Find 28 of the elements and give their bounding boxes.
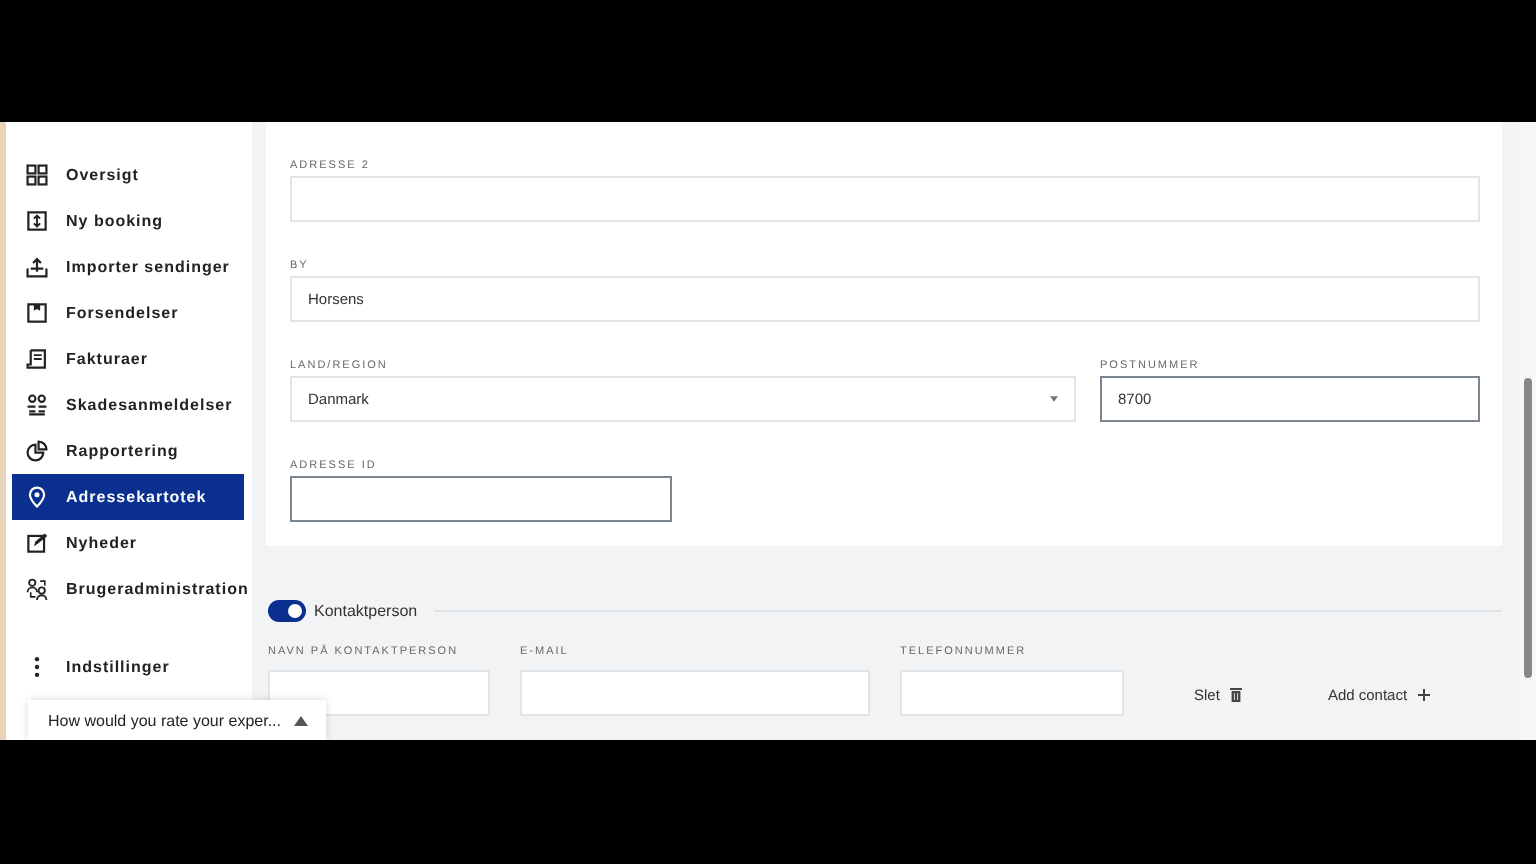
upload-icon bbox=[26, 256, 48, 278]
sidebar-item[interactable]: Ny booking bbox=[12, 198, 244, 244]
box-icon bbox=[26, 210, 48, 232]
sidebar-item[interactable]: Skadesanmeldelser bbox=[12, 382, 244, 428]
toggle-label: Kontaktperson bbox=[314, 601, 418, 619]
caret-down-icon bbox=[1050, 396, 1058, 402]
location-pin-icon bbox=[26, 486, 48, 508]
sidebar-item[interactable]: Oversigt bbox=[12, 152, 244, 198]
sidebar-item[interactable]: Nyheder bbox=[12, 520, 244, 566]
sidebar-item[interactable]: Indstillinger bbox=[12, 644, 244, 690]
sidebar-item[interactable]: Fakturaer bbox=[12, 336, 244, 382]
toggle-switch[interactable] bbox=[268, 599, 306, 621]
feedback-button[interactable]: How would you rate your exper... bbox=[28, 700, 326, 740]
pie-chart-icon bbox=[26, 440, 48, 462]
sidebar-item[interactable]: Importer sendinger bbox=[12, 244, 244, 290]
sidebar-item[interactable]: Forsendelser bbox=[12, 290, 244, 336]
sidebar-item[interactable]: Rapportering bbox=[12, 428, 244, 474]
invoice-icon bbox=[26, 348, 48, 370]
edit-icon bbox=[26, 532, 48, 554]
plus-icon bbox=[1417, 687, 1430, 701]
box-icon bbox=[26, 302, 48, 324]
sidebar-item[interactable]: Adressekartotek bbox=[12, 474, 244, 520]
people-icon bbox=[26, 394, 48, 416]
users-icon bbox=[26, 578, 48, 600]
grid-icon bbox=[26, 164, 48, 186]
trash-icon bbox=[1229, 687, 1242, 701]
sidebar-item[interactable]: Brugeradministration bbox=[12, 566, 244, 612]
text-field[interactable] bbox=[290, 476, 672, 522]
